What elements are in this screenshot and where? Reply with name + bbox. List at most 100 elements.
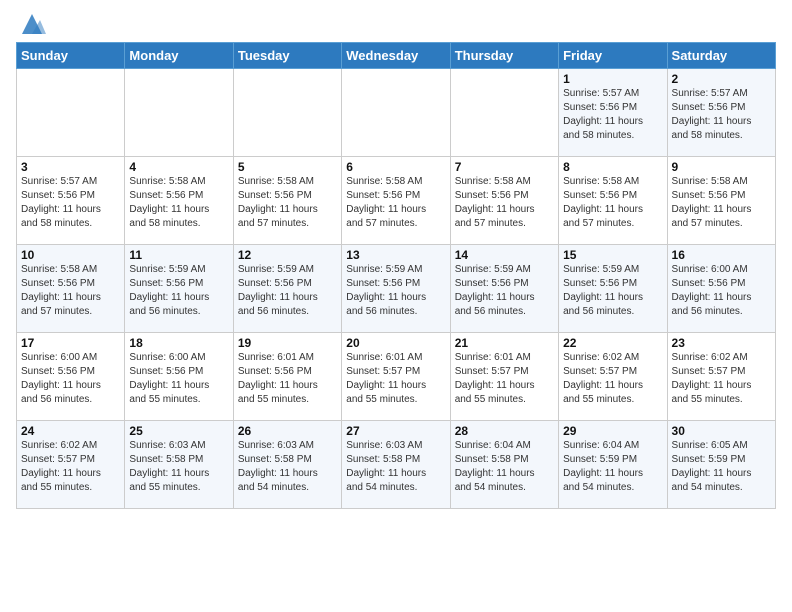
day-info: Sunrise: 5:58 AM Sunset: 5:56 PM Dayligh… [129, 175, 228, 231]
calendar-cell: 14Sunrise: 5:59 AM Sunset: 5:56 PM Dayli… [450, 245, 558, 333]
col-header-thursday: Thursday [450, 43, 558, 69]
day-number: 13 [346, 248, 445, 262]
calendar-week-5: 24Sunrise: 6:02 AM Sunset: 5:57 PM Dayli… [17, 421, 776, 509]
day-info: Sunrise: 5:59 AM Sunset: 5:56 PM Dayligh… [455, 263, 554, 319]
day-number: 15 [563, 248, 662, 262]
calendar-week-4: 17Sunrise: 6:00 AM Sunset: 5:56 PM Dayli… [17, 333, 776, 421]
calendar-cell: 25Sunrise: 6:03 AM Sunset: 5:58 PM Dayli… [125, 421, 233, 509]
day-info: Sunrise: 6:05 AM Sunset: 5:59 PM Dayligh… [672, 439, 771, 495]
calendar-cell: 30Sunrise: 6:05 AM Sunset: 5:59 PM Dayli… [667, 421, 775, 509]
calendar-cell: 28Sunrise: 6:04 AM Sunset: 5:58 PM Dayli… [450, 421, 558, 509]
day-number: 12 [238, 248, 337, 262]
day-info: Sunrise: 5:59 AM Sunset: 5:56 PM Dayligh… [346, 263, 445, 319]
calendar-cell [17, 69, 125, 157]
day-number: 19 [238, 336, 337, 350]
page: SundayMondayTuesdayWednesdayThursdayFrid… [0, 0, 792, 612]
day-number: 16 [672, 248, 771, 262]
day-info: Sunrise: 6:04 AM Sunset: 5:59 PM Dayligh… [563, 439, 662, 495]
day-number: 4 [129, 160, 228, 174]
calendar-cell: 27Sunrise: 6:03 AM Sunset: 5:58 PM Dayli… [342, 421, 450, 509]
calendar: SundayMondayTuesdayWednesdayThursdayFrid… [16, 42, 776, 509]
day-info: Sunrise: 6:03 AM Sunset: 5:58 PM Dayligh… [129, 439, 228, 495]
day-number: 8 [563, 160, 662, 174]
day-number: 27 [346, 424, 445, 438]
calendar-cell: 7Sunrise: 5:58 AM Sunset: 5:56 PM Daylig… [450, 157, 558, 245]
day-number: 10 [21, 248, 120, 262]
day-info: Sunrise: 6:00 AM Sunset: 5:56 PM Dayligh… [21, 351, 120, 407]
day-number: 9 [672, 160, 771, 174]
day-info: Sunrise: 6:03 AM Sunset: 5:58 PM Dayligh… [346, 439, 445, 495]
calendar-cell: 1Sunrise: 5:57 AM Sunset: 5:56 PM Daylig… [559, 69, 667, 157]
day-number: 23 [672, 336, 771, 350]
day-info: Sunrise: 6:01 AM Sunset: 5:57 PM Dayligh… [346, 351, 445, 407]
day-number: 18 [129, 336, 228, 350]
calendar-cell: 21Sunrise: 6:01 AM Sunset: 5:57 PM Dayli… [450, 333, 558, 421]
day-info: Sunrise: 5:57 AM Sunset: 5:56 PM Dayligh… [563, 87, 662, 143]
calendar-cell: 2Sunrise: 5:57 AM Sunset: 5:56 PM Daylig… [667, 69, 775, 157]
day-number: 1 [563, 72, 662, 86]
calendar-cell: 26Sunrise: 6:03 AM Sunset: 5:58 PM Dayli… [233, 421, 341, 509]
calendar-header-row: SundayMondayTuesdayWednesdayThursdayFrid… [17, 43, 776, 69]
day-number: 5 [238, 160, 337, 174]
calendar-week-1: 1Sunrise: 5:57 AM Sunset: 5:56 PM Daylig… [17, 69, 776, 157]
day-number: 26 [238, 424, 337, 438]
col-header-friday: Friday [559, 43, 667, 69]
calendar-cell: 10Sunrise: 5:58 AM Sunset: 5:56 PM Dayli… [17, 245, 125, 333]
day-info: Sunrise: 5:58 AM Sunset: 5:56 PM Dayligh… [563, 175, 662, 231]
calendar-cell: 13Sunrise: 5:59 AM Sunset: 5:56 PM Dayli… [342, 245, 450, 333]
calendar-cell: 22Sunrise: 6:02 AM Sunset: 5:57 PM Dayli… [559, 333, 667, 421]
day-info: Sunrise: 6:01 AM Sunset: 5:56 PM Dayligh… [238, 351, 337, 407]
day-info: Sunrise: 6:01 AM Sunset: 5:57 PM Dayligh… [455, 351, 554, 407]
day-info: Sunrise: 5:58 AM Sunset: 5:56 PM Dayligh… [21, 263, 120, 319]
day-number: 6 [346, 160, 445, 174]
calendar-cell: 20Sunrise: 6:01 AM Sunset: 5:57 PM Dayli… [342, 333, 450, 421]
calendar-cell: 19Sunrise: 6:01 AM Sunset: 5:56 PM Dayli… [233, 333, 341, 421]
day-info: Sunrise: 5:58 AM Sunset: 5:56 PM Dayligh… [455, 175, 554, 231]
calendar-cell: 11Sunrise: 5:59 AM Sunset: 5:56 PM Dayli… [125, 245, 233, 333]
calendar-cell: 5Sunrise: 5:58 AM Sunset: 5:56 PM Daylig… [233, 157, 341, 245]
day-number: 14 [455, 248, 554, 262]
header [16, 10, 776, 38]
day-info: Sunrise: 5:58 AM Sunset: 5:56 PM Dayligh… [346, 175, 445, 231]
day-info: Sunrise: 5:58 AM Sunset: 5:56 PM Dayligh… [672, 175, 771, 231]
col-header-saturday: Saturday [667, 43, 775, 69]
calendar-cell: 4Sunrise: 5:58 AM Sunset: 5:56 PM Daylig… [125, 157, 233, 245]
day-info: Sunrise: 6:02 AM Sunset: 5:57 PM Dayligh… [672, 351, 771, 407]
day-number: 2 [672, 72, 771, 86]
day-number: 17 [21, 336, 120, 350]
calendar-cell: 18Sunrise: 6:00 AM Sunset: 5:56 PM Dayli… [125, 333, 233, 421]
day-info: Sunrise: 6:00 AM Sunset: 5:56 PM Dayligh… [129, 351, 228, 407]
col-header-monday: Monday [125, 43, 233, 69]
calendar-cell: 8Sunrise: 5:58 AM Sunset: 5:56 PM Daylig… [559, 157, 667, 245]
day-number: 11 [129, 248, 228, 262]
calendar-cell: 16Sunrise: 6:00 AM Sunset: 5:56 PM Dayli… [667, 245, 775, 333]
col-header-tuesday: Tuesday [233, 43, 341, 69]
day-info: Sunrise: 6:02 AM Sunset: 5:57 PM Dayligh… [563, 351, 662, 407]
calendar-cell: 6Sunrise: 5:58 AM Sunset: 5:56 PM Daylig… [342, 157, 450, 245]
calendar-cell: 3Sunrise: 5:57 AM Sunset: 5:56 PM Daylig… [17, 157, 125, 245]
day-number: 3 [21, 160, 120, 174]
day-number: 22 [563, 336, 662, 350]
calendar-cell [233, 69, 341, 157]
day-info: Sunrise: 6:02 AM Sunset: 5:57 PM Dayligh… [21, 439, 120, 495]
calendar-cell: 24Sunrise: 6:02 AM Sunset: 5:57 PM Dayli… [17, 421, 125, 509]
day-info: Sunrise: 5:58 AM Sunset: 5:56 PM Dayligh… [238, 175, 337, 231]
calendar-week-3: 10Sunrise: 5:58 AM Sunset: 5:56 PM Dayli… [17, 245, 776, 333]
col-header-sunday: Sunday [17, 43, 125, 69]
day-number: 7 [455, 160, 554, 174]
logo [16, 10, 46, 38]
day-number: 21 [455, 336, 554, 350]
calendar-cell: 23Sunrise: 6:02 AM Sunset: 5:57 PM Dayli… [667, 333, 775, 421]
calendar-cell [342, 69, 450, 157]
day-info: Sunrise: 5:59 AM Sunset: 5:56 PM Dayligh… [238, 263, 337, 319]
day-number: 28 [455, 424, 554, 438]
day-info: Sunrise: 6:00 AM Sunset: 5:56 PM Dayligh… [672, 263, 771, 319]
calendar-cell [125, 69, 233, 157]
calendar-cell: 17Sunrise: 6:00 AM Sunset: 5:56 PM Dayli… [17, 333, 125, 421]
calendar-cell: 9Sunrise: 5:58 AM Sunset: 5:56 PM Daylig… [667, 157, 775, 245]
logo-icon [18, 10, 46, 38]
calendar-cell: 12Sunrise: 5:59 AM Sunset: 5:56 PM Dayli… [233, 245, 341, 333]
calendar-week-2: 3Sunrise: 5:57 AM Sunset: 5:56 PM Daylig… [17, 157, 776, 245]
day-number: 25 [129, 424, 228, 438]
day-number: 20 [346, 336, 445, 350]
